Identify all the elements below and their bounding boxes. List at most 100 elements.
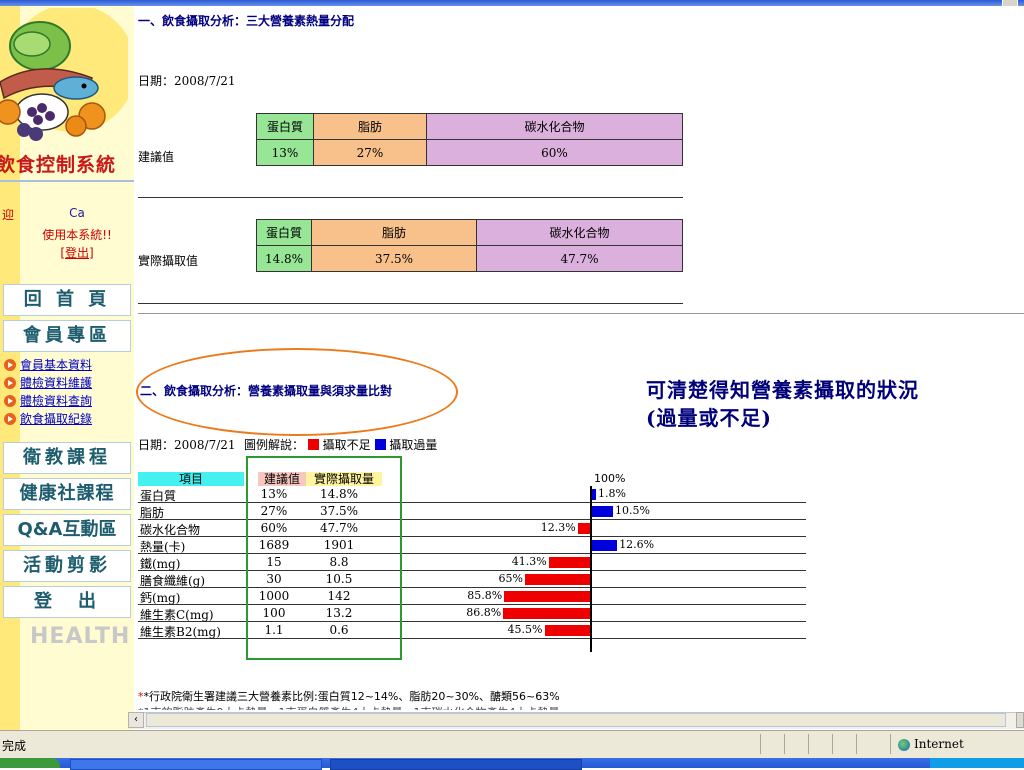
protein-value: 14.8%	[256, 245, 312, 272]
status-divider	[784, 734, 785, 754]
link-label: 體檢資料維護	[20, 376, 93, 390]
nutrient-name: 鐵(mg)	[140, 557, 181, 571]
recommended-label: 建議值	[138, 150, 175, 164]
actual-ratio-table: 蛋白質 脂肪 碳水化合物 14.8% 37.5% 47.7%	[256, 219, 683, 272]
security-zone: Internet	[914, 737, 964, 751]
bar-value-label: 10.5%	[615, 504, 650, 517]
legend-blue-label: 攝取過量	[389, 438, 438, 452]
system-tray	[930, 758, 1024, 768]
over-intake-bar	[592, 540, 618, 551]
scale-label: 100%	[594, 472, 626, 485]
section1-title: 一、飲食攝取分析：三大營養素熱量分配	[138, 14, 355, 28]
window-title-bar	[0, 0, 1024, 6]
nutrient-name: 維生素C(mg)	[140, 608, 214, 622]
over-intake-bar	[592, 506, 613, 517]
nav-logout[interactable]: 登 出	[3, 586, 131, 618]
footnote-text: *行政院衛生署建議三大營養素比例:蛋白質12~14%、脂肪20~30%、醣類56…	[143, 690, 560, 703]
legend-blue-swatch	[374, 439, 386, 450]
bar-value-label: 85.8%	[467, 589, 503, 602]
start-button[interactable]	[0, 758, 60, 768]
taskbar-window-button[interactable]	[70, 759, 322, 770]
bar-value-label: 45.5%	[507, 623, 543, 636]
logout-link[interactable]: [登出]	[22, 244, 132, 261]
footnote: **行政院衛生署建議三大營養素比例:蛋白質12~14%、脂肪20~30%、醣類5…	[138, 690, 560, 703]
actual-label: 實際攝取值	[138, 254, 199, 268]
over-intake-bar	[592, 489, 596, 500]
nav-home[interactable]: 回 首 頁	[3, 284, 131, 316]
nutrient-name: 維生素B2(mg)	[140, 625, 221, 639]
section2-title: 二、飲食攝取分析：營養素攝取量與須求量比對	[140, 384, 393, 398]
highlight-box	[246, 456, 402, 660]
protein-header: 蛋白質	[256, 113, 314, 140]
nutrient-name: 碳水化合物	[140, 523, 201, 537]
annotation-line2: (過量或不足)	[646, 406, 772, 430]
status-divider	[890, 734, 891, 754]
under-intake-bar	[577, 523, 590, 534]
table-row: 鐵(mg) 15 8.8 41.3%	[138, 554, 806, 571]
user-name: Ca	[69, 206, 85, 220]
baseline-axis	[590, 486, 592, 652]
bar-value-label: 65%	[498, 572, 523, 585]
legend-red-label: 攝取不足	[322, 438, 371, 452]
fat-header: 脂肪	[313, 113, 427, 140]
under-intake-bar	[525, 574, 590, 585]
bullet-arrow-icon	[4, 413, 16, 425]
fat-value: 37.5%	[311, 245, 477, 272]
annotation-note: 可清楚得知營養素攝取的狀況 (過量或不足)	[646, 376, 919, 432]
status-divider	[856, 734, 857, 754]
scroll-left-arrow-icon[interactable]: ‹	[128, 712, 144, 728]
scrollbar-thumb[interactable]	[146, 713, 1006, 727]
table-row: 膳食纖維(g) 30 10.5 65%	[138, 571, 806, 588]
bar-value-label: 1.8%	[598, 487, 626, 500]
divider	[138, 197, 683, 198]
sidebar-link-member-profile[interactable]: 會員基本資料	[4, 356, 92, 372]
globe-icon	[898, 739, 910, 751]
health-logo: HEALTH	[30, 624, 131, 649]
status-text: 完成	[2, 739, 27, 753]
nav-member-area[interactable]: 會員專區	[3, 320, 131, 352]
carb-value: 47.7%	[476, 245, 683, 272]
section-divider	[138, 313, 1024, 314]
bullet-arrow-icon	[4, 359, 16, 371]
link-label: 會員基本資料	[20, 358, 93, 372]
sidebar-link-checkup-query[interactable]: 體檢資料查詢	[4, 392, 92, 408]
table-row: 蛋白質 13% 14.8% 1.8%	[138, 486, 806, 503]
sidebar-link-diet-record[interactable]: 飲食攝取紀錄	[4, 410, 92, 426]
status-divider	[760, 734, 761, 754]
status-divider	[808, 734, 809, 754]
under-intake-bar	[544, 625, 590, 636]
legend: 圖例解說： 攝取不足 攝取過量	[244, 436, 437, 453]
fat-value: 27%	[313, 139, 427, 166]
nav-health-education[interactable]: 衛教課程	[3, 442, 131, 474]
table-row: 脂肪 27% 37.5% 10.5%	[138, 503, 806, 520]
nutrient-name: 膳食纖維(g)	[140, 574, 206, 588]
section2-date: 日期：2008/7/21	[138, 438, 236, 452]
nutrient-name: 脂肪	[140, 506, 165, 520]
sidebar-link-checkup-maintain[interactable]: 體檢資料維護	[4, 374, 92, 390]
table-row: 碳水化合物 60% 47.7% 12.3%	[138, 520, 806, 537]
window-control-button[interactable]	[1002, 0, 1018, 7]
taskbar-window-button[interactable]	[330, 759, 582, 770]
protein-value: 13%	[256, 139, 314, 166]
food-logo-icon	[0, 8, 128, 141]
table-row: 維生素B2(mg) 1.1 0.6 45.5%	[138, 622, 806, 639]
table-row: 維生素C(mg) 100 13.2 86.8%	[138, 605, 806, 622]
nav-health-club[interactable]: 健康社課程	[3, 478, 131, 510]
bar-value-label: 86.8%	[466, 606, 502, 619]
welcome-text: 使用本系統!!	[42, 228, 112, 242]
protein-header: 蛋白質	[256, 219, 312, 246]
section1-date: 日期：2008/7/21	[138, 74, 236, 88]
under-intake-bar	[548, 557, 590, 568]
bullet-arrow-icon	[4, 395, 16, 407]
bar-value-label: 41.3%	[511, 555, 547, 568]
table-row: 熱量(卡) 1689 1901 12.6%	[138, 537, 806, 554]
under-intake-bar	[503, 608, 590, 619]
nav-qa[interactable]: Q&A互動區	[3, 514, 131, 546]
system-title: 飲食控制系統	[0, 154, 117, 176]
nav-activity-photos[interactable]: 活動剪影	[3, 550, 131, 582]
recommended-ratio-table: 蛋白質 脂肪 碳水化合物 13% 27% 60%	[256, 113, 683, 166]
carb-header: 碳水化合物	[476, 219, 683, 246]
bullet-arrow-icon	[4, 377, 16, 389]
welcome-prefix: 迎	[1, 208, 14, 222]
table-row: 鈣(mg) 1000 142 85.8%	[138, 588, 806, 605]
